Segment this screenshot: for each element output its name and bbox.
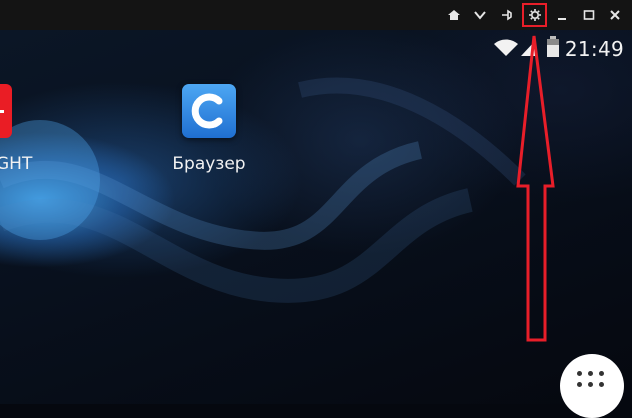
drawer-dot [577,371,582,376]
drawer-dot [588,382,593,387]
drawer-dot [588,371,593,376]
drawer-dot [599,382,604,387]
annotation-arrow [516,35,555,342]
drawer-dot [577,382,582,387]
app-drawer-button[interactable] [560,354,624,418]
drawer-dot [599,371,604,376]
